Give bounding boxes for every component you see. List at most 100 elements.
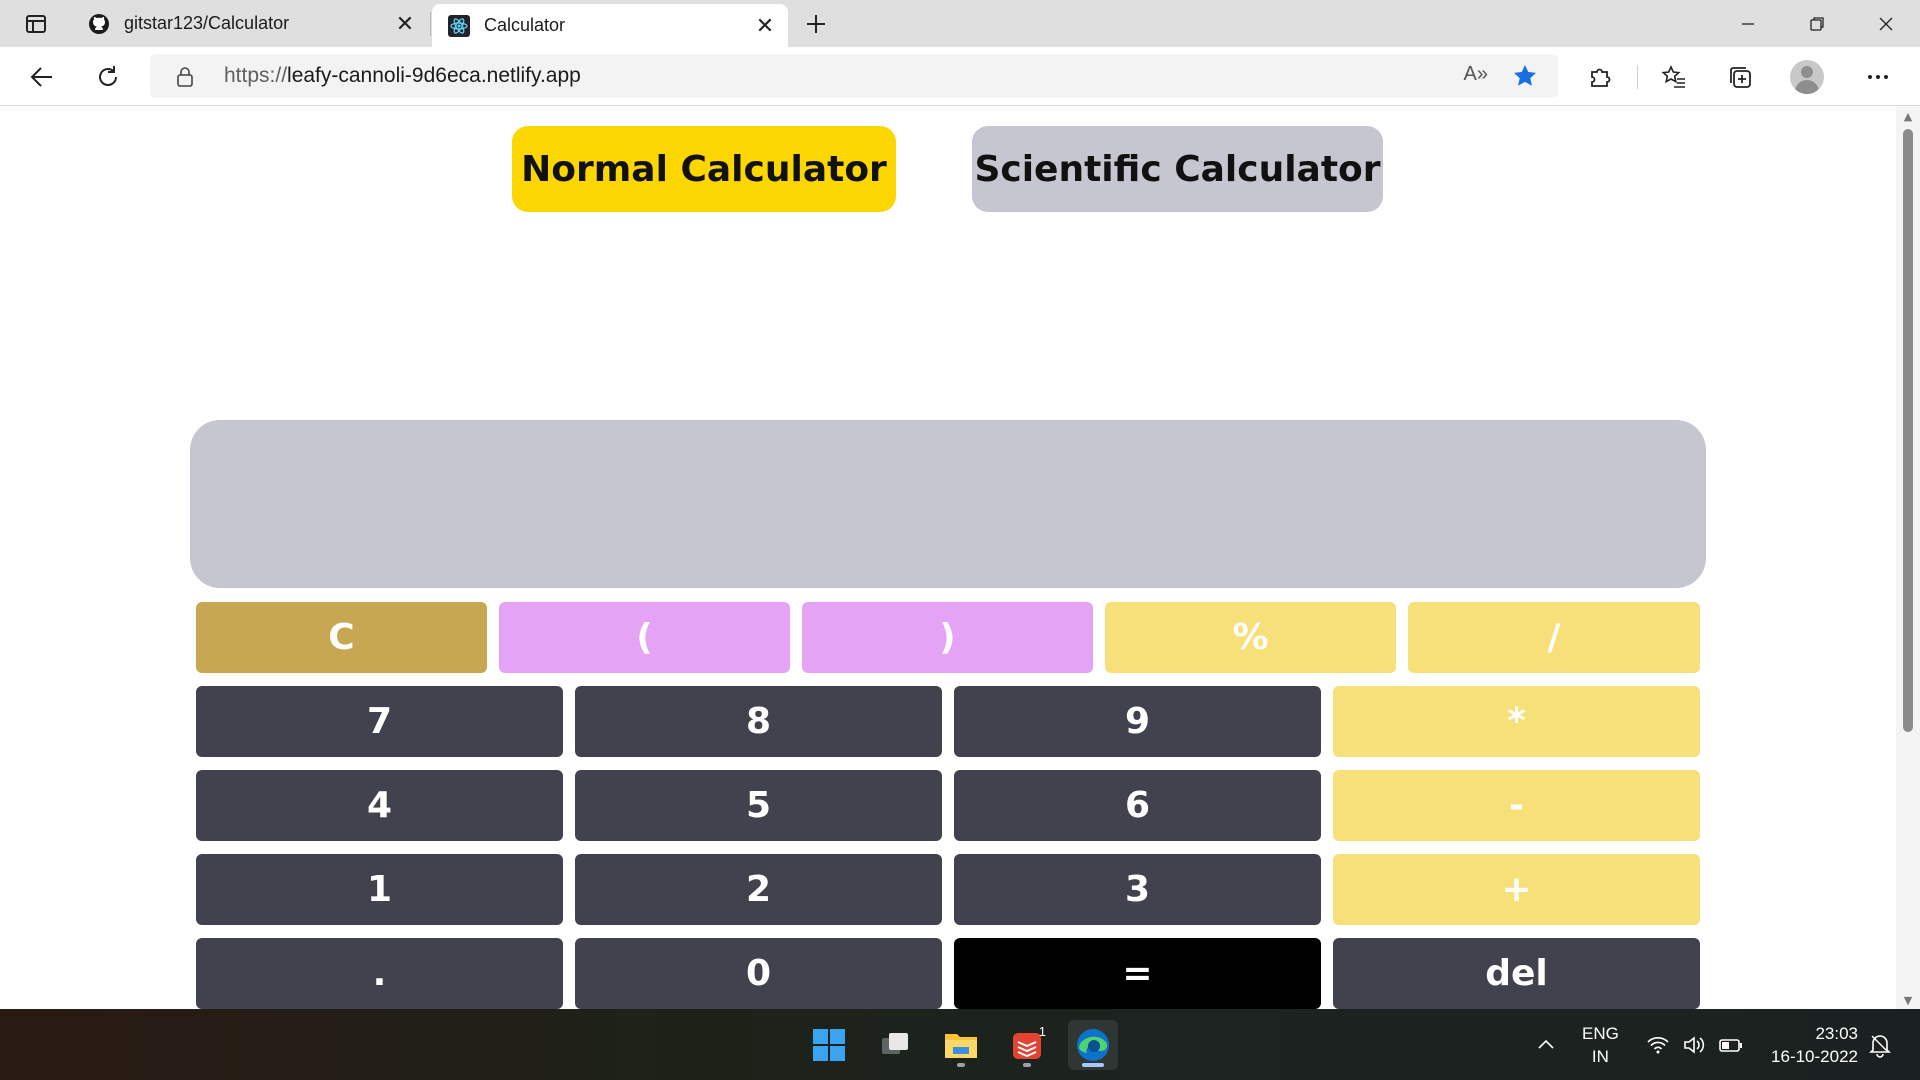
wifi-icon [1647,1036,1669,1053]
clear-key[interactable]: C [196,602,487,673]
restore-button[interactable] [1782,0,1851,47]
calculator-display [190,420,1706,588]
language-label: ENG [1582,1023,1619,1043]
close-icon [1879,17,1892,30]
scroll-down-icon[interactable]: ▼ [1896,991,1920,1009]
address-bar[interactable]: https://leafy-cannoli-9d6eca.netlify.app… [150,54,1558,98]
windows-taskbar: 1 ENG IN 23:03 16-10-2022 [0,1009,1920,1080]
five-key[interactable]: 5 [575,770,942,841]
collections-button[interactable] [1722,59,1758,95]
close-tab-icon[interactable]: ✕ [390,9,420,39]
plus-key[interactable]: + [1333,854,1700,925]
divide-key[interactable]: / [1408,602,1700,673]
normal-calculator-button[interactable]: Normal Calculator [512,126,896,212]
page-viewport: Normal Calculator Scientific Calculator … [0,107,1896,1009]
clock-date: 16-10-2022 [1771,1046,1858,1066]
favorites-button[interactable] [1656,59,1692,95]
notifications-button[interactable] [1868,1009,1892,1080]
minimize-icon [1741,22,1754,25]
url-host: leafy-cannoli-9d6eca.netlify.app [287,64,581,87]
favorites-list-icon [1661,65,1685,88]
folder-icon [945,1034,977,1058]
running-indicator [957,1063,965,1067]
react-icon [448,14,470,37]
two-key[interactable]: 2 [575,854,942,925]
new-tab-button[interactable] [800,8,832,40]
edge-button[interactable] [1068,1020,1118,1070]
read-aloud-icon[interactable]: A» [1464,63,1488,86]
refresh-button[interactable] [90,59,126,95]
percent-key[interactable]: % [1105,602,1396,673]
six-key[interactable]: 6 [954,770,1321,841]
one-key[interactable]: 1 [196,854,563,925]
multiply-key[interactable]: * [1333,686,1700,757]
tab-github[interactable]: gitstar123/Calculator ✕ [72,0,428,47]
close-window-button[interactable] [1851,0,1920,47]
scientific-calculator-button[interactable]: Scientific Calculator [972,126,1383,212]
avatar-body [1795,80,1819,94]
language-indicator[interactable]: ENG IN [1582,1009,1619,1080]
puzzle-icon [1591,68,1611,87]
battery-icon [1719,1038,1742,1052]
seven-key[interactable]: 7 [196,686,563,757]
tab-separator [430,12,431,36]
zero-key[interactable]: 0 [575,938,942,1009]
toolbar-divider [1637,65,1638,89]
windows-logo-icon [813,1029,845,1061]
edge-browser-icon [1077,1029,1109,1061]
three-key[interactable]: 3 [954,854,1321,925]
plus-icon [807,15,825,33]
page-scrollbar[interactable]: ▲ ▼ [1896,107,1920,1009]
delete-key[interactable]: del [1333,938,1700,1009]
minus-key[interactable]: - [1333,770,1700,841]
lock-icon[interactable] [176,66,194,88]
avatar-head [1801,66,1813,78]
decimal-key[interactable]: . [196,938,563,1009]
url-protocol: https:// [224,64,288,87]
todoist-badge: 1 [1038,1024,1046,1039]
active-indicator [1082,1063,1104,1067]
window-controls [1713,0,1920,47]
url-text[interactable]: https://leafy-cannoli-9d6eca.netlify.app [224,54,581,98]
tab-title: Calculator [484,15,566,35]
more-dots-icon [1868,75,1888,79]
collections-icon [1730,67,1751,88]
system-status-icons[interactable] [1646,1009,1744,1080]
tab-calculator[interactable]: Calculator ✕ [432,4,788,47]
task-view-icon [882,1033,908,1054]
task-view-button[interactable] [870,1020,920,1070]
close-paren-key[interactable]: ) [802,602,1093,673]
address-toolbar: https://leafy-cannoli-9d6eca.netlify.app… [0,47,1920,106]
show-hidden-icons[interactable] [1536,1009,1556,1080]
region-label: IN [1591,1046,1609,1066]
settings-more-button[interactable] [1860,59,1896,95]
eight-key[interactable]: 8 [575,686,942,757]
todoist-button[interactable]: 1 [1002,1020,1052,1070]
tab-actions-icon [26,15,46,33]
nine-key[interactable]: 9 [954,686,1321,757]
file-explorer-button[interactable] [936,1020,986,1070]
extensions-button[interactable] [1582,59,1618,95]
equals-key[interactable]: = [954,938,1321,1009]
clock-time: 23:03 [1815,1023,1858,1043]
tab-strip: gitstar123/Calculator ✕ Calculator ✕ [0,0,1920,47]
start-button[interactable] [804,1020,854,1070]
minimize-button[interactable] [1713,0,1782,47]
notification-bell-icon [1869,1034,1891,1058]
refresh-icon [99,66,117,86]
close-tab-icon[interactable]: ✕ [750,11,780,41]
four-key[interactable]: 4 [196,770,563,841]
scroll-thumb[interactable] [1903,129,1913,732]
tab-actions-button[interactable] [18,9,54,39]
clock[interactable]: 23:03 16-10-2022 [1762,1009,1858,1080]
chevron-up-icon [1538,1039,1554,1049]
running-indicator [1023,1063,1031,1067]
github-icon [88,13,110,35]
volume-icon [1684,1035,1705,1054]
scroll-up-icon[interactable]: ▲ [1896,107,1920,125]
tab-title: gitstar123/Calculator [124,13,290,33]
favorite-star-icon[interactable] [1512,63,1538,89]
profile-avatar[interactable] [1790,60,1824,94]
back-button[interactable] [24,59,60,95]
open-paren-key[interactable]: ( [499,602,790,673]
